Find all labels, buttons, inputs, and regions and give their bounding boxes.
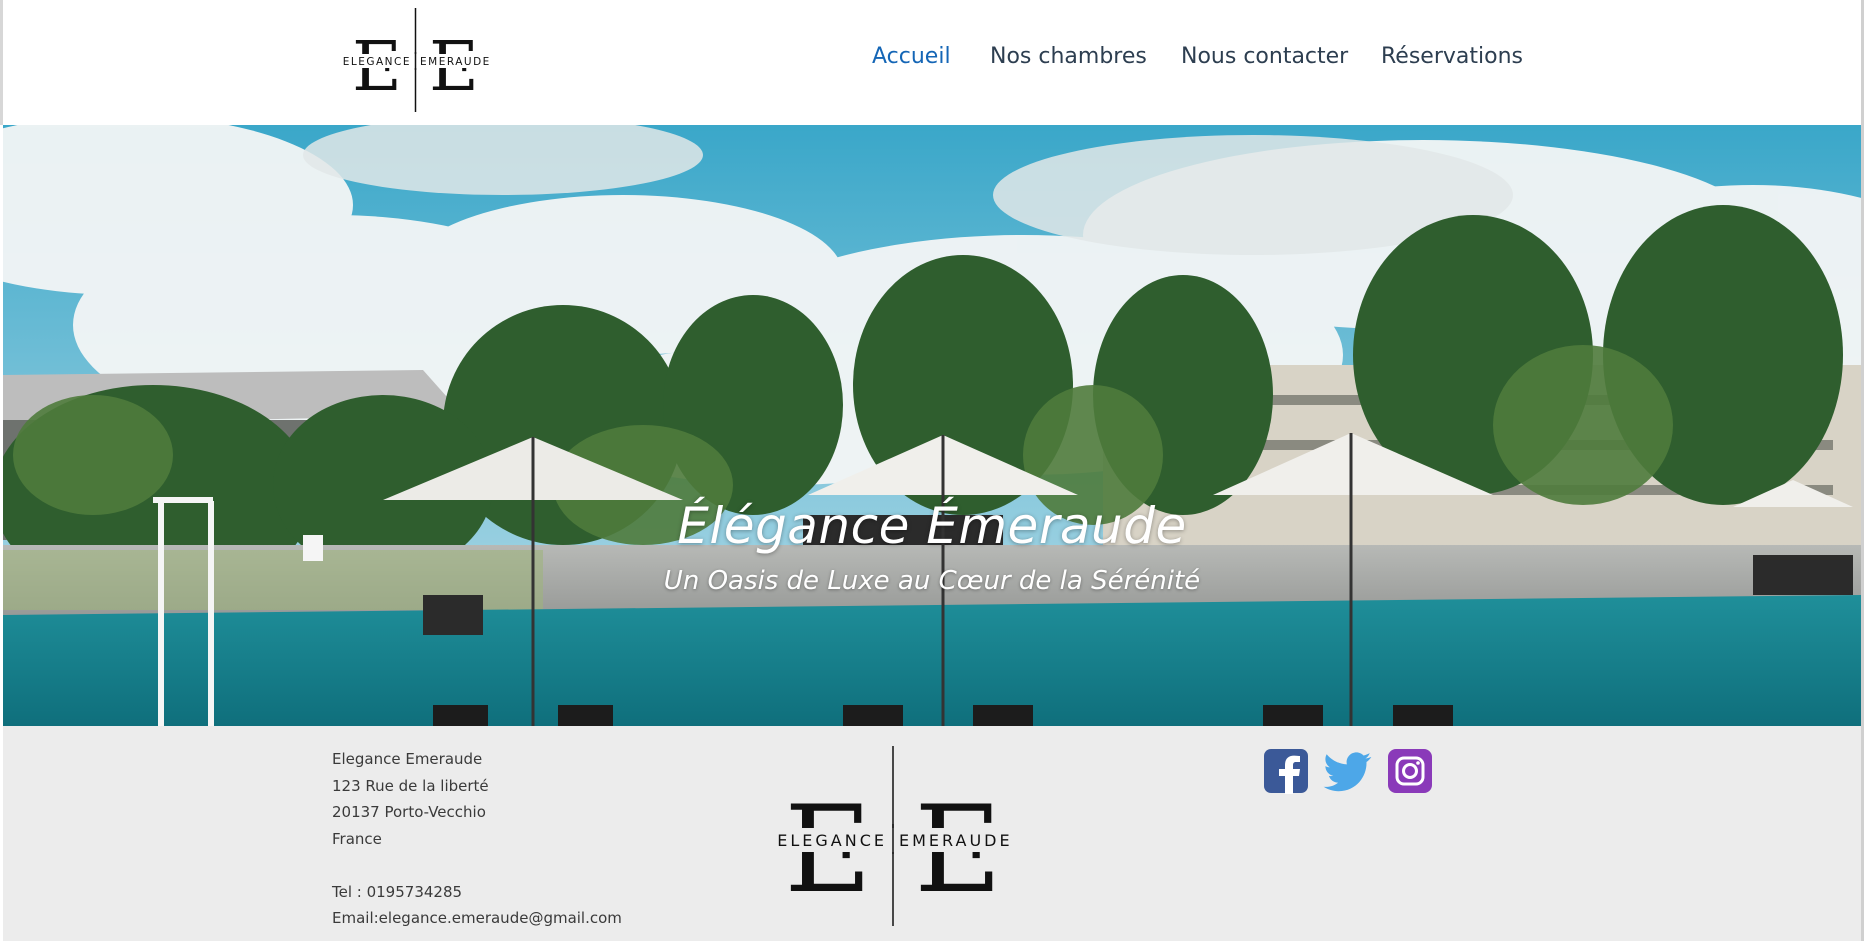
- nav-reservations[interactable]: Réservations: [1381, 44, 1523, 69]
- email-address[interactable]: Email:elegance.emeraude@gmail.com: [332, 905, 622, 932]
- address-line: France: [332, 829, 382, 848]
- nav-accueil[interactable]: Accueil: [872, 44, 951, 69]
- svg-text:ELEGANCE: ELEGANCE: [343, 56, 411, 68]
- hero-banner: Élégance Émeraude Un Oasis de Luxe au Cœ…: [3, 125, 1861, 726]
- address-line: Elegance Emeraude: [332, 750, 483, 768]
- site-footer: Elegance Emeraude 123 Rue de la liberté …: [3, 726, 1861, 941]
- footer-logo: E E ELEGANCE EMERAUDE: [748, 746, 1038, 926]
- svg-text:EMERAUDE: EMERAUDE: [899, 831, 1013, 850]
- phone-number: Tel : 0195734285: [332, 882, 463, 901]
- hero-image: [3, 125, 1861, 726]
- site-header: E E ELEGANCE EMERAUDE Accueil Nos chambr…: [0, 0, 1864, 125]
- nav-nos-chambres[interactable]: Nos chambres: [990, 44, 1147, 69]
- facebook-icon[interactable]: [1263, 748, 1309, 794]
- address-spacer: [332, 852, 622, 879]
- brand-logo[interactable]: E E ELEGANCE EMERAUDE: [333, 8, 498, 112]
- address-line: 20137 Porto-Vecchio: [332, 803, 486, 821]
- address-line: 123 Rue de la liberté: [332, 776, 489, 795]
- svg-text:ELEGANCE: ELEGANCE: [777, 831, 887, 850]
- hero-title: Élégance Émeraude: [677, 497, 1187, 555]
- nav-nous-contacter[interactable]: Nous contacter: [1181, 44, 1348, 69]
- hero-subtitle: Un Oasis de Luxe au Cœur de la Sérénité: [663, 566, 1201, 596]
- instagram-icon[interactable]: [1387, 748, 1433, 794]
- contact-address: Elegance Emeraude 123 Rue de la liberté …: [332, 746, 622, 932]
- svg-text:EMERAUDE: EMERAUDE: [420, 56, 491, 68]
- twitter-icon[interactable]: [1323, 748, 1372, 794]
